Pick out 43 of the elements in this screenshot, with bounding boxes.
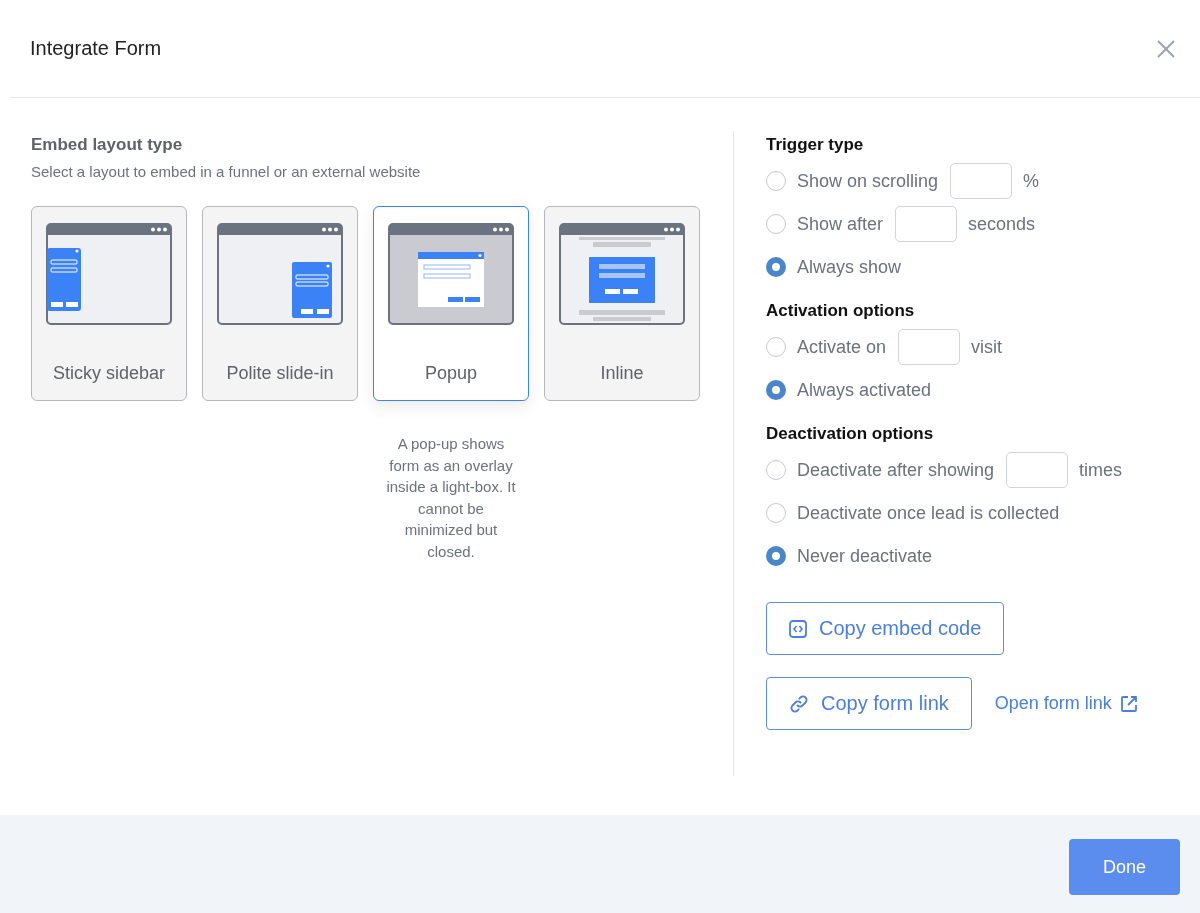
radio-button[interactable] — [766, 460, 786, 480]
unit-label: seconds — [968, 213, 1036, 235]
input-field[interactable] — [895, 206, 958, 242]
radio-button[interactable] — [766, 171, 786, 191]
input-field[interactable] — [898, 329, 961, 365]
options-heading: Trigger type — [766, 135, 865, 155]
radio-button[interactable] — [766, 503, 786, 523]
option-label: Deactivate after showing — [797, 459, 995, 481]
options-heading: Deactivation options — [766, 424, 935, 444]
layout-option[interactable]: Polite slide-in — [202, 206, 358, 401]
close-icon[interactable] — [1157, 39, 1175, 58]
radio-button[interactable] — [766, 337, 786, 357]
input-field[interactable] — [1006, 452, 1069, 488]
section-heading: Embed layout type — [31, 135, 184, 155]
option-label: Show after — [797, 213, 884, 235]
layout-option[interactable]: Popup — [373, 206, 529, 401]
done-button[interactable]: Done — [1069, 839, 1180, 895]
copy-embed-code-button[interactable]: Copy embed code — [766, 602, 1005, 655]
layout-option[interactable]: Sticky sidebar — [31, 206, 187, 401]
radio-button[interactable] — [766, 214, 786, 234]
option-label: Always show — [797, 256, 902, 278]
open-form-link[interactable]: Open form link — [994, 693, 1138, 714]
option-label: Always activated — [797, 379, 932, 401]
radio-button[interactable] — [766, 257, 786, 277]
option-label: Deactivate once lead is collected — [797, 502, 1060, 524]
options-heading: Activation options — [766, 301, 916, 321]
copy-form-link-button[interactable]: Copy form link — [766, 677, 972, 730]
option-label: Show on scrolling — [797, 170, 939, 192]
layout-description: A pop-up shows form as an overlay inside a light-box. It cannot be minimized but closed. — [385, 434, 517, 562]
option-label: Never deactivate — [797, 545, 933, 567]
radio-button[interactable] — [766, 380, 786, 400]
dialog-title: Integrate Form — [30, 37, 162, 60]
input-field[interactable] — [950, 163, 1013, 199]
layout-option[interactable]: Inline — [544, 206, 700, 401]
unit-label: times — [1079, 459, 1123, 481]
radio-button[interactable] — [766, 546, 786, 566]
option-label: Activate on — [797, 336, 887, 358]
section-subtitle: Select a layout to embed in a funnel or an external website — [31, 163, 422, 180]
code-icon — [789, 619, 807, 638]
link-icon — [789, 693, 809, 714]
external-link-icon — [1119, 694, 1138, 713]
unit-label: visit — [971, 336, 1003, 358]
unit-label: % — [1023, 170, 1040, 192]
